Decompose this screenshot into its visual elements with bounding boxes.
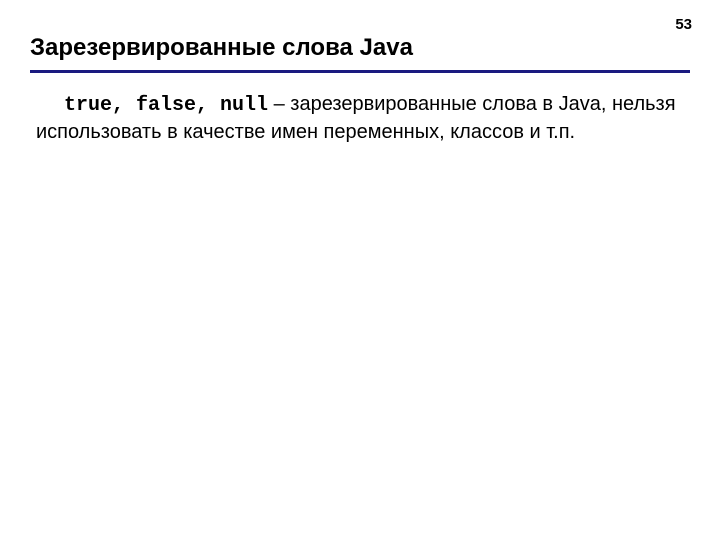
separator: –	[268, 93, 290, 115]
page-number: 53	[675, 16, 692, 33]
title-underline	[30, 70, 690, 73]
page-title: Зарезервированные слова Java	[30, 34, 690, 70]
reserved-keywords: true, false, null	[64, 94, 268, 117]
body-paragraph: true, false, null – зарезервированные сл…	[30, 91, 690, 146]
